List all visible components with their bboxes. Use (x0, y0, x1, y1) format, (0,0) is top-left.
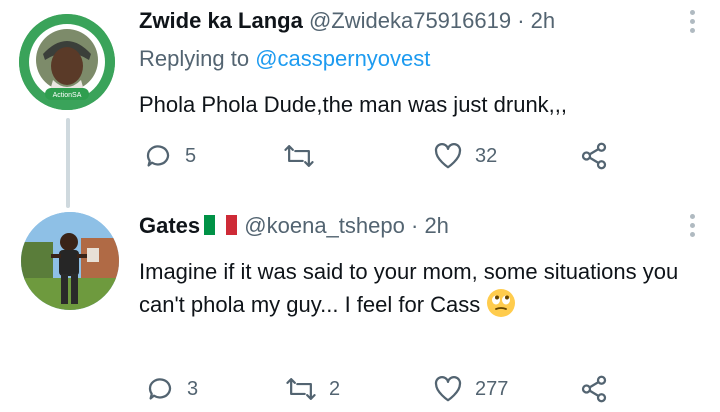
separator-dot: · (410, 213, 419, 238)
retweet-icon (286, 378, 316, 400)
like-count: 277 (475, 377, 509, 400)
reply-mention-link[interactable]: @casspernyovest (255, 46, 430, 71)
avatar-image-icon: ActionSA (19, 14, 115, 110)
heart-icon (434, 143, 462, 169)
reply-count: 5 (185, 144, 197, 167)
like-button[interactable]: 32 (433, 141, 497, 171)
retweet-button[interactable] (283, 141, 327, 171)
avatar[interactable] (21, 212, 119, 310)
avatar-badge-label: ActionSA (53, 92, 82, 99)
author-name[interactable]: Gates (139, 213, 200, 238)
tweet-timestamp[interactable]: 2h (424, 213, 448, 238)
share-button[interactable] (579, 141, 609, 171)
italy-flag-icon (204, 215, 238, 235)
tweet[interactable]: ActionSA Zwide ka Langa @Zwideka75916619… (0, 0, 720, 208)
reply-button[interactable]: 3 (145, 374, 198, 404)
tweet-header: Gates @koena_tshepo · 2h (139, 213, 449, 239)
author-handle[interactable]: @koena_tshepo (244, 213, 405, 238)
avatar[interactable]: ActionSA (19, 14, 115, 110)
tweet-header: Zwide ka Langa @Zwideka75916619 · 2h (139, 8, 555, 34)
rolling-eyes-emoji-icon (486, 288, 516, 318)
tweet-text: Imagine if it was said to your mom, some… (139, 259, 679, 317)
retweet-icon (284, 145, 314, 167)
heart-icon (434, 376, 462, 402)
separator-dot: · (517, 8, 525, 33)
tweet-text: Phola Phola Dude,the man was just drunk,… (139, 92, 568, 117)
replying-to-prefix: Replying to (139, 46, 250, 71)
share-button[interactable] (579, 374, 609, 404)
reply-count: 3 (187, 377, 199, 400)
author-handle[interactable]: @Zwideka75916619 (309, 8, 511, 33)
reply-button[interactable]: 5 (143, 141, 196, 171)
thread-connector-line (66, 118, 70, 208)
tweet-actions: 5 32 (139, 141, 619, 171)
like-button[interactable]: 277 (433, 374, 508, 404)
retweet-button[interactable]: 2 (285, 374, 340, 404)
replying-to-line: Replying to @casspernyovest (139, 46, 430, 72)
retweet-count: 2 (329, 377, 341, 400)
tweet-timestamp[interactable]: 2h (531, 8, 555, 33)
author-name[interactable]: Zwide ka Langa (139, 8, 303, 33)
share-icon (581, 375, 607, 403)
tweet-actions: 3 2 277 (139, 374, 619, 404)
more-options-icon[interactable] (690, 10, 696, 36)
like-count: 32 (475, 144, 498, 167)
tweet-text-container: Imagine if it was said to your mom, some… (139, 255, 709, 321)
share-icon (581, 142, 607, 170)
reply-icon (146, 145, 170, 167)
avatar-image-icon (21, 212, 119, 310)
reply-icon (148, 378, 172, 400)
more-options-icon[interactable] (690, 214, 696, 240)
